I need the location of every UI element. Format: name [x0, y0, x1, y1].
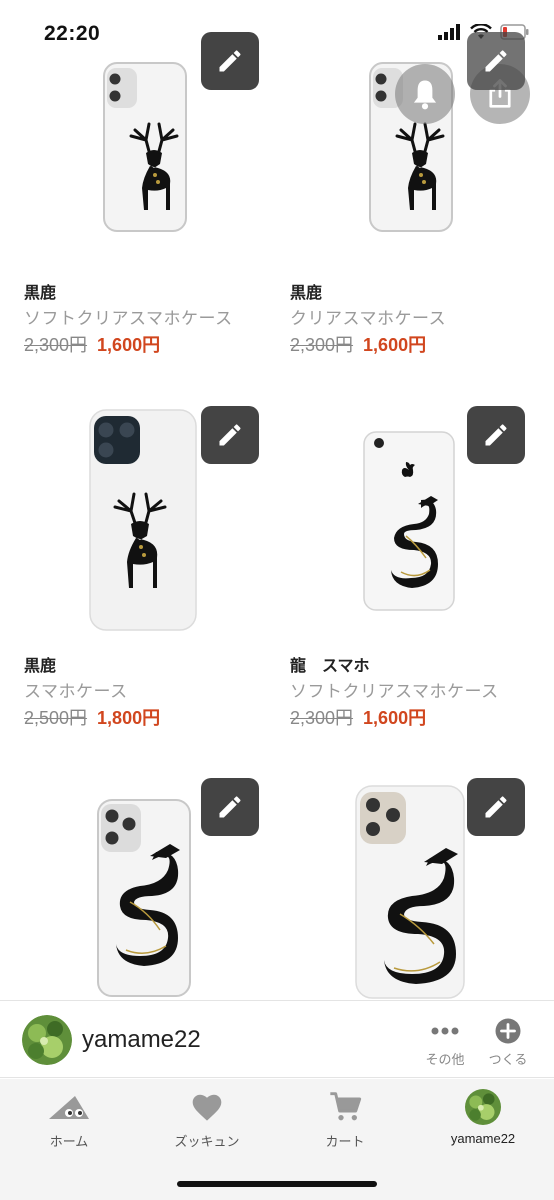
product-card[interactable] — [0, 776, 270, 1000]
tab-favorites-label: ズッキュン — [174, 1134, 240, 1149]
original-price: 2,300円 — [290, 335, 354, 355]
edit-button[interactable] — [201, 778, 259, 836]
product-title: 黒鹿 — [24, 285, 57, 302]
pencil-icon — [219, 50, 241, 72]
tab-favorites[interactable]: ズッキュン — [138, 1087, 276, 1150]
sale-price: 1,600円 — [97, 335, 161, 355]
edit-button[interactable] — [201, 406, 259, 464]
pencil-icon — [219, 796, 241, 818]
original-price: 2,300円 — [290, 708, 354, 728]
user-bar: yamame22 その他 つくる — [0, 1000, 554, 1078]
pencil-icon — [219, 424, 241, 446]
notification-button[interactable] — [395, 64, 455, 124]
product-price: 2,300円 1,600円 — [290, 704, 426, 730]
edit-button[interactable] — [467, 32, 525, 90]
tab-profile[interactable]: yamame22 — [414, 1087, 552, 1146]
sale-price: 1,600円 — [363, 708, 427, 728]
more-button[interactable]: その他 — [417, 1017, 473, 1068]
edit-button[interactable] — [201, 32, 259, 90]
tab-home-label: ホーム — [49, 1134, 89, 1149]
product-type: ソフトクリアスマホケース — [290, 682, 499, 701]
product-title: 龍 スマホ — [290, 658, 370, 675]
tab-cart-label: カート — [325, 1134, 365, 1149]
home-indicator — [177, 1181, 377, 1187]
tab-cart[interactable]: カート — [276, 1087, 414, 1150]
product-type: ソフトクリアスマホケース — [24, 309, 233, 328]
tab-home[interactable]: ホーム — [0, 1087, 138, 1150]
product-price: 2,300円 1,600円 — [24, 331, 160, 357]
original-price: 2,500円 — [24, 708, 88, 728]
pencil-icon — [485, 796, 507, 818]
product-card[interactable]: 黒鹿 スマホケース 2,500円 1,800円 — [0, 400, 270, 740]
product-type: クリアスマホケース — [290, 309, 447, 328]
product-title: 黒鹿 — [290, 285, 323, 302]
product-title: 黒鹿 — [24, 658, 57, 675]
product-type: スマホケース — [24, 682, 128, 701]
product-price: 2,500円 1,800円 — [24, 704, 160, 730]
pencil-icon — [485, 50, 507, 72]
product-card[interactable]: 黒鹿 ソフトクリアスマホケース 2,300円 1,600円 — [0, 0, 270, 370]
pencil-icon — [485, 424, 507, 446]
more-dots-icon — [431, 1027, 459, 1035]
tab-profile-label: yamame22 — [450, 1131, 516, 1146]
edit-button[interactable] — [467, 778, 525, 836]
create-label: つくる — [488, 1052, 528, 1067]
create-button[interactable]: つくる — [480, 1017, 536, 1068]
home-mountain-icon — [49, 1096, 89, 1119]
avatar[interactable] — [22, 1015, 72, 1065]
sale-price: 1,600円 — [363, 335, 427, 355]
plus-circle-icon — [495, 1018, 521, 1044]
edit-button[interactable] — [467, 406, 525, 464]
username: yamame22 — [82, 1026, 201, 1053]
heart-icon — [192, 1094, 222, 1121]
cart-icon — [330, 1092, 362, 1121]
more-label: その他 — [425, 1052, 465, 1067]
avatar-image — [22, 1015, 72, 1065]
product-card[interactable]: 龍 スマホ ソフトクリアスマホケース 2,300円 1,600円 — [266, 400, 536, 740]
product-card[interactable] — [266, 776, 536, 1000]
avatar — [465, 1089, 501, 1125]
sale-price: 1,800円 — [97, 708, 161, 728]
bell-icon — [413, 80, 437, 110]
product-price: 2,300円 1,600円 — [290, 331, 426, 357]
original-price: 2,300円 — [24, 335, 88, 355]
